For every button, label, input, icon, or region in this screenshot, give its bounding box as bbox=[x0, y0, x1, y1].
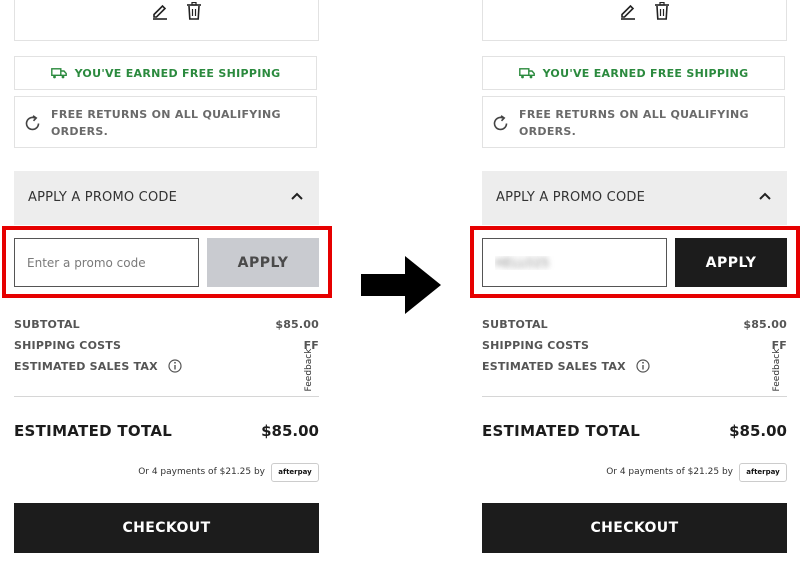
free-shipping-banner: YOU'VE EARNED FREE SHIPPING bbox=[482, 56, 785, 90]
shipping-costs-row: SHIPPING COSTS FF bbox=[482, 339, 787, 353]
apply-promo-button[interactable]: APPLY bbox=[675, 238, 787, 287]
sales-tax-label: ESTIMATED SALES TAX bbox=[482, 360, 626, 373]
cart-panel-after: YOU'VE EARNED FREE SHIPPING FREE RETURNS… bbox=[482, 0, 788, 570]
shipping-costs-label: SHIPPING COSTS bbox=[482, 339, 590, 352]
sales-tax-label-wrap: ESTIMATED SALES TAX bbox=[482, 358, 650, 373]
afterpay-text: Or 4 payments of $21.25 by bbox=[138, 467, 265, 477]
subtotal-label: SUBTOTAL bbox=[14, 318, 80, 331]
promo-code-input[interactable] bbox=[482, 238, 667, 287]
cart-panel-before: YOU'VE EARNED FREE SHIPPING FREE RETURNS… bbox=[14, 0, 320, 570]
promo-code-title: APPLY A PROMO CODE bbox=[496, 190, 646, 205]
free-returns-text: FREE RETURNS ON ALL QUALIFYING ORDERS. bbox=[519, 108, 749, 138]
afterpay-row: Or 4 payments of $21.25 by afterpay bbox=[482, 461, 787, 483]
estimated-total-value: $85.00 bbox=[261, 422, 319, 440]
estimated-total-row: ESTIMATED TOTAL $85.00 bbox=[14, 422, 319, 444]
feedback-label: Feedback bbox=[304, 348, 314, 392]
free-shipping-text: YOU'VE EARNED FREE SHIPPING bbox=[542, 66, 749, 80]
shipping-costs-label: SHIPPING COSTS bbox=[14, 339, 122, 352]
trash-icon[interactable] bbox=[186, 2, 202, 20]
afterpay-logo-text: afterpay bbox=[746, 468, 780, 476]
sales-tax-row: ESTIMATED SALES TAX bbox=[14, 358, 319, 374]
sales-tax-label: ESTIMATED SALES TAX bbox=[14, 360, 158, 373]
pencil-icon[interactable] bbox=[151, 2, 169, 20]
afterpay-logo[interactable]: afterpay bbox=[271, 462, 319, 482]
subtotal-value: $85.00 bbox=[743, 318, 787, 331]
truck-icon bbox=[50, 67, 67, 78]
feedback-tab[interactable]: Feedback bbox=[771, 345, 787, 397]
chevron-up-icon[interactable] bbox=[759, 192, 771, 200]
promo-code-accordion-header[interactable]: APPLY A PROMO CODE bbox=[482, 171, 787, 225]
free-returns-banner: FREE RETURNS ON ALL QUALIFYING ORDERS. bbox=[482, 96, 785, 148]
estimated-total-label: ESTIMATED TOTAL bbox=[482, 422, 641, 440]
refresh-icon bbox=[493, 115, 508, 131]
cart-item-card bbox=[14, 0, 319, 41]
free-returns-banner: FREE RETURNS ON ALL QUALIFYING ORDERS. bbox=[14, 96, 317, 148]
promo-code-input[interactable] bbox=[14, 238, 199, 287]
checkout-button[interactable]: CHECKOUT bbox=[482, 503, 787, 553]
estimated-total-label: ESTIMATED TOTAL bbox=[14, 422, 173, 440]
free-shipping-text: YOU'VE EARNED FREE SHIPPING bbox=[74, 66, 281, 80]
shipping-costs-row: SHIPPING COSTS FF bbox=[14, 339, 319, 353]
afterpay-row: Or 4 payments of $21.25 by afterpay bbox=[14, 461, 319, 483]
estimated-total-value: $85.00 bbox=[729, 422, 787, 440]
promo-code-accordion-header[interactable]: APPLY A PROMO CODE bbox=[14, 171, 319, 225]
afterpay-text: Or 4 payments of $21.25 by bbox=[606, 467, 733, 477]
summary-divider bbox=[482, 396, 787, 397]
refresh-icon bbox=[25, 115, 40, 131]
free-returns-text: FREE RETURNS ON ALL QUALIFYING ORDERS. bbox=[51, 108, 281, 138]
sales-tax-row: ESTIMATED SALES TAX bbox=[482, 358, 787, 374]
feedback-tab[interactable]: Feedback bbox=[303, 345, 319, 397]
info-icon[interactable] bbox=[168, 358, 182, 373]
sales-tax-label-wrap: ESTIMATED SALES TAX bbox=[14, 358, 182, 373]
chevron-up-icon[interactable] bbox=[291, 192, 303, 200]
estimated-total-row: ESTIMATED TOTAL $85.00 bbox=[482, 422, 787, 444]
subtotal-row: SUBTOTAL $85.00 bbox=[14, 318, 319, 332]
subtotal-value: $85.00 bbox=[275, 318, 319, 331]
info-icon[interactable] bbox=[636, 358, 650, 373]
trash-icon[interactable] bbox=[654, 2, 670, 20]
truck-icon bbox=[518, 67, 535, 78]
summary-divider bbox=[14, 396, 319, 397]
subtotal-label: SUBTOTAL bbox=[482, 318, 548, 331]
cart-item-card bbox=[482, 0, 787, 41]
subtotal-row: SUBTOTAL $85.00 bbox=[482, 318, 787, 332]
apply-promo-button[interactable]: APPLY bbox=[207, 238, 319, 287]
checkout-button[interactable]: CHECKOUT bbox=[14, 503, 319, 553]
pencil-icon[interactable] bbox=[619, 2, 637, 20]
feedback-label: Feedback bbox=[772, 348, 782, 392]
afterpay-logo-text: afterpay bbox=[278, 468, 312, 476]
right-arrow-icon bbox=[361, 256, 441, 314]
promo-code-title: APPLY A PROMO CODE bbox=[28, 190, 178, 205]
afterpay-logo[interactable]: afterpay bbox=[739, 462, 787, 482]
free-shipping-banner: YOU'VE EARNED FREE SHIPPING bbox=[14, 56, 317, 90]
